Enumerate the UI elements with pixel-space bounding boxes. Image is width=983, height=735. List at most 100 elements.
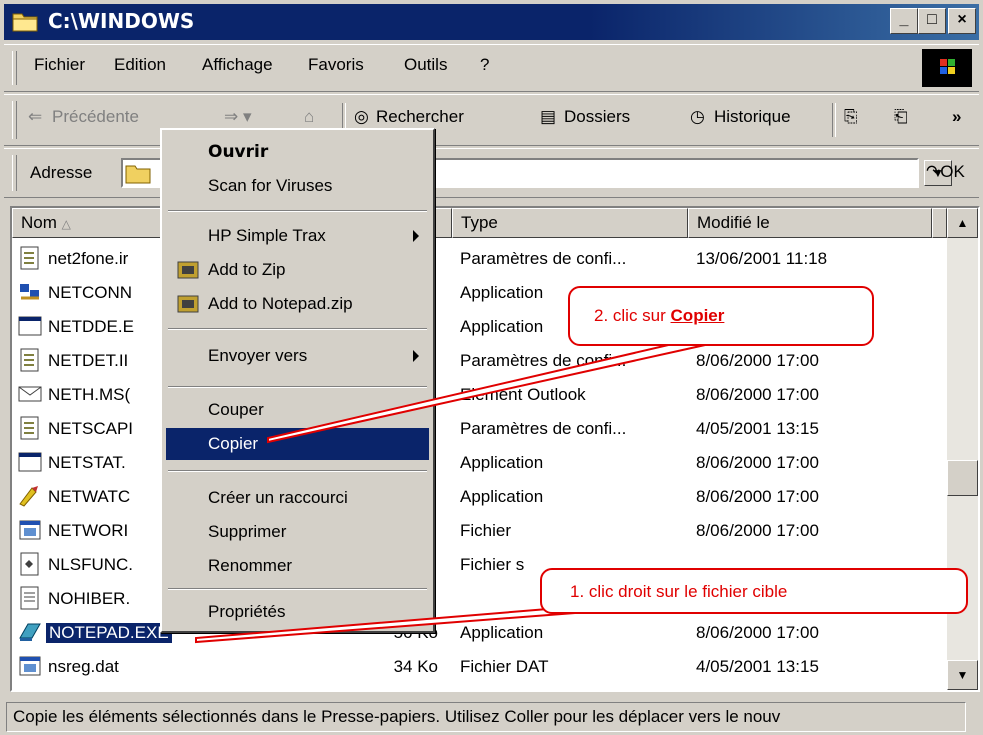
file-modified: 8/06/2000 17:00 xyxy=(696,521,819,540)
file-row[interactable]: NOTEPAD.EXE56 KoApplication8/06/2000 17:… xyxy=(12,616,947,650)
folder-icon xyxy=(125,165,151,184)
forward-arrow-icon[interactable]: ⇒ ▾ xyxy=(224,107,252,127)
file-modified: 8/06/2000 17:00 xyxy=(696,623,819,642)
file-modified: 8/06/2000 17:00 xyxy=(696,351,819,370)
menu-item-send-to[interactable]: Envoyer vers xyxy=(166,340,429,372)
go-button[interactable]: ↷OK xyxy=(926,162,965,182)
column-modified-label: Modifié le xyxy=(697,213,770,232)
file-row[interactable]: nsreg.dat 34 Ko Fichier DAT 4/05/2001 13:15 xyxy=(12,650,947,684)
title-bar[interactable]: C:\WINDOWS _ □ × xyxy=(4,4,979,40)
column-header-type[interactable]: Type xyxy=(452,208,688,238)
dat-file-icon xyxy=(19,520,41,540)
menu-fichier[interactable]: Fichier xyxy=(34,55,85,75)
menu-item-scan[interactable]: Scan for Viruses xyxy=(166,170,429,202)
file-type: Paramètres de confi... xyxy=(460,249,627,268)
menu-item-copy[interactable]: Copier xyxy=(166,428,429,460)
copy-to-icon[interactable]: ⎗ xyxy=(894,107,908,127)
address-grip[interactable] xyxy=(12,155,17,191)
file-row[interactable]: net2fone.ir Paramètres de confi... 13/06/2… xyxy=(12,242,947,276)
file-row[interactable]: NETDET.II Paramètres de confi... 8/06/2000… xyxy=(12,344,947,378)
file-type: Fichier xyxy=(460,521,512,540)
minimize-glyph: _ xyxy=(899,11,909,28)
up-folder-icon[interactable]: ⌂ xyxy=(304,107,314,127)
file-modified: 8/06/2000 17:00 xyxy=(696,487,819,506)
maximize-glyph: □ xyxy=(927,11,937,28)
menu-outils[interactable]: Outils xyxy=(404,55,447,75)
column-name-label: Nom xyxy=(21,213,57,232)
back-arrow-icon: ⇐ xyxy=(28,107,43,126)
file-name: NETH.MS( xyxy=(48,385,131,404)
file-row[interactable]: NETWATC Application 8/06/2000 17:00 xyxy=(12,480,947,514)
back-button[interactable]: Précédente xyxy=(52,107,139,127)
mail-icon xyxy=(18,386,42,402)
file-size: 34 Ko xyxy=(393,657,438,676)
go-arrow-icon: ↷ xyxy=(926,162,941,181)
minimize-button[interactable]: _ xyxy=(890,8,918,34)
file-row[interactable]: NETH.MS(Elément Outlook 8/06/2000 17:00 xyxy=(12,378,947,412)
address-label: Adresse xyxy=(30,163,93,182)
close-button[interactable]: × xyxy=(948,8,976,34)
winzip-icon xyxy=(177,261,199,279)
zip-label: Add to Zip xyxy=(208,260,286,279)
file-type: Application xyxy=(460,317,544,336)
file-list[interactable]: Nom △ Type Modifié le net2fone.ir Paramèt… xyxy=(10,206,980,692)
status-bar: Copie les éléments sélectionnés dans le … xyxy=(4,700,979,733)
search-button[interactable]: Rechercher xyxy=(376,107,464,127)
rename-label: Renommer xyxy=(208,556,293,575)
history-button[interactable]: Historique xyxy=(714,107,791,127)
netwatch-icon xyxy=(19,486,38,507)
window-title: C:\WINDOWS xyxy=(48,9,195,33)
menu-edition[interactable]: Edition xyxy=(114,55,166,75)
menu-separator xyxy=(168,328,427,330)
menu-item-add-to-notepad-zip[interactable]: Add to Notepad.zip xyxy=(166,288,429,320)
menu-item-create-shortcut[interactable]: Créer un raccourci xyxy=(166,482,429,514)
callout-step-2-bold: Copier xyxy=(670,306,725,325)
file-row[interactable]: NETWORI Fichier 8/06/2000 17:00 xyxy=(12,514,947,548)
callout-step-2-text: 2. clic sur Copier xyxy=(594,306,724,326)
file-name: NETSCAPI xyxy=(48,419,134,438)
scroll-thumb[interactable] xyxy=(947,460,978,496)
file-row[interactable]: NETSCAPI Paramètres de confi... 4/05/2001 … xyxy=(12,412,947,446)
file-row[interactable]: NETSTAT. Application 8/06/2000 17:00 xyxy=(12,446,947,480)
menu-affichage[interactable]: Affichage xyxy=(202,55,273,75)
menu-separator xyxy=(168,470,427,472)
history-icon: ◷ xyxy=(690,107,705,126)
menu-help[interactable]: ? xyxy=(480,55,489,75)
ini-file-icon xyxy=(20,416,39,440)
shortcut-label: Créer un raccourci xyxy=(208,488,348,507)
scroll-up-button[interactable]: ▲ xyxy=(947,208,978,238)
menu-item-delete[interactable]: Supprimer xyxy=(166,516,429,548)
menu-separator xyxy=(168,386,427,388)
folders-button[interactable]: Dossiers xyxy=(564,107,630,127)
copy-label: Copier xyxy=(208,434,259,453)
file-type: Application xyxy=(460,487,544,506)
file-type: Fichier s xyxy=(460,555,525,574)
toolbar-grip[interactable] xyxy=(12,101,17,139)
vertical-scrollbar[interactable]: ▲ ▼ xyxy=(947,208,978,690)
submenu-arrow-icon xyxy=(413,230,419,242)
file-name: NOTEPAD.EXE xyxy=(45,622,173,644)
move-to-icon[interactable]: ⎘ xyxy=(844,107,858,127)
file-modified: 13/06/2001 11:18 xyxy=(696,249,828,268)
menu-item-add-to-zip[interactable]: Add to Zip xyxy=(166,254,429,286)
maximize-button[interactable]: □ xyxy=(918,8,946,34)
menu-grip[interactable] xyxy=(12,51,17,85)
file-type: Fichier DAT xyxy=(460,657,549,676)
menu-item-open[interactable]: Ouvrir xyxy=(166,136,429,168)
ini-file-icon xyxy=(20,246,39,270)
menu-item-rename[interactable]: Renommer xyxy=(166,550,429,582)
file-name: NLSFUNC. xyxy=(48,555,134,574)
scroll-down-button[interactable]: ▼ xyxy=(947,660,978,690)
file-name: NETDDE.E xyxy=(48,317,134,336)
file-name: NETWORI xyxy=(48,521,129,540)
menu-item-properties[interactable]: Propriétés xyxy=(166,596,429,628)
menu-favoris[interactable]: Favoris xyxy=(308,55,364,75)
file-name: NETDET.II xyxy=(48,351,129,370)
more-tools-chevron[interactable]: » xyxy=(952,107,961,127)
column-header-modified[interactable]: Modifié le xyxy=(688,208,932,238)
file-name: nsreg.dat xyxy=(48,657,119,676)
toolbar: ⇐ Précédente ⇒ ▾ ⌂ ◎ Rechercher ▤ Dossie… xyxy=(4,94,979,146)
menu-item-hp-simple-trax[interactable]: HP Simple Trax xyxy=(166,220,429,252)
address-bar: Adresse ▼ xyxy=(4,148,979,198)
menu-item-cut[interactable]: Couper xyxy=(166,394,429,426)
